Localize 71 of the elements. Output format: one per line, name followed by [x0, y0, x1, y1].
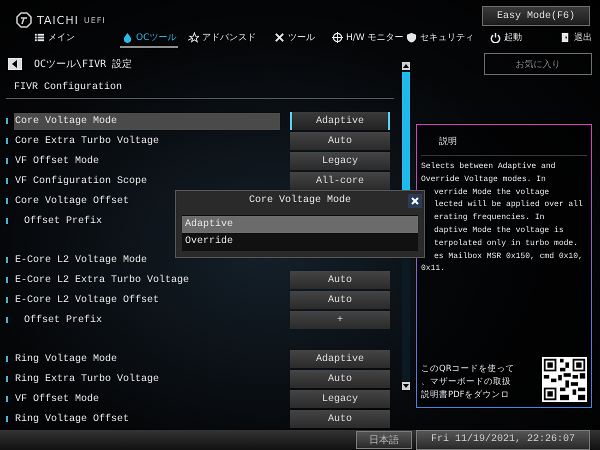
scroll-down-icon[interactable]	[402, 382, 410, 390]
qr-caption: 説明書PDFをダウンロ	[421, 389, 511, 402]
back-button[interactable]	[8, 58, 22, 70]
nav-tab[interactable]: 起動	[488, 28, 524, 48]
setting-label[interactable]: Ring Voltage Offset	[14, 410, 280, 428]
close-icon	[411, 197, 419, 205]
qr-caption: このQRコードを使って	[421, 363, 515, 376]
brand-logo-text: TAICHI	[37, 14, 79, 26]
help-title: 説明	[421, 125, 587, 156]
setting-value-button[interactable]: Adaptive	[290, 112, 390, 130]
setting-value-button[interactable]: Legacy	[290, 152, 390, 170]
nav-tab[interactable]: メイン	[32, 28, 77, 48]
star-icon	[188, 32, 199, 42]
door-icon	[560, 32, 571, 42]
language-button[interactable]: 日本語	[356, 431, 412, 449]
section-title: FIVR Configuration	[6, 76, 394, 99]
list-icon	[34, 32, 45, 42]
crosshair-icon	[332, 32, 343, 42]
drop-icon	[122, 32, 133, 42]
popup-option[interactable]: Override	[182, 233, 418, 250]
date-time: Fri 11/19/2021, 22:26:07	[416, 430, 590, 450]
setting-label[interactable]: VF Offset Mode	[14, 152, 280, 170]
cross-icon	[274, 32, 285, 42]
close-button[interactable]	[408, 194, 422, 208]
easy-mode-button[interactable]: Easy Mode(F6)	[482, 6, 590, 26]
scroll-up-icon[interactable]	[402, 62, 410, 70]
nav-tab[interactable]: H/W モニター	[330, 28, 406, 48]
setting-label[interactable]: Ring Extra Turbo Voltage	[14, 370, 280, 388]
help-text-line: Selects between Adaptive and	[421, 161, 556, 173]
setting-label[interactable]: E-Core L2 Voltage Mode	[14, 252, 280, 268]
setting-value-button[interactable]: +	[290, 311, 390, 329]
setting-label[interactable]: Offset Prefix	[14, 312, 280, 328]
setting-label[interactable]: Core Voltage Mode	[14, 112, 280, 130]
help-text-line: daptive Mode the voltage is	[433, 224, 565, 237]
setting-label[interactable]: E-Core L2 Voltage Offset	[14, 292, 280, 308]
qr-code-icon	[542, 357, 587, 402]
favorites-button[interactable]: お気に入り	[484, 53, 592, 75]
help-text-line: verride Mode the voltage	[433, 186, 550, 199]
shield-icon	[406, 32, 417, 42]
nav-tab[interactable]: ツール	[272, 28, 317, 48]
breadcrumb: OCツール\FIVR 設定	[34, 58, 132, 71]
help-text-line: 0x11.	[421, 263, 446, 276]
help-text-line: terpolated only in turbo mode.	[433, 238, 580, 250]
setting-value-button[interactable]: Auto	[290, 291, 390, 309]
help-text-line: erating frequencies. In	[433, 212, 546, 224]
setting-value-button[interactable]: All-core	[290, 172, 390, 190]
popup-title: Core Voltage Mode	[248, 194, 352, 208]
setting-value-button[interactable]: Auto	[290, 132, 390, 150]
setting-value-button[interactable]: Adaptive	[290, 350, 390, 368]
setting-value-button[interactable]: Auto	[290, 370, 390, 388]
qr-caption: 、マザーボードの取扱	[421, 376, 512, 389]
nav-tab[interactable]: アドバンスド	[186, 28, 258, 48]
setting-value-button[interactable]: Auto	[290, 410, 390, 428]
logo-icon	[16, 12, 32, 28]
power-icon	[490, 32, 501, 42]
uefi-label: UEFI	[84, 16, 106, 24]
setting-label[interactable]: Core Extra Turbo Voltage	[14, 132, 280, 150]
setting-label[interactable]: VF Offset Mode	[14, 390, 280, 408]
help-text-line: Override Voltage modes. In	[421, 174, 547, 186]
popup-option[interactable]: Adaptive	[182, 216, 418, 233]
setting-value-button[interactable]: Legacy	[290, 390, 390, 408]
nav-tab[interactable]: 退出	[558, 28, 594, 48]
setting-label[interactable]: E-Core L2 Extra Turbo Voltage	[14, 272, 280, 288]
setting-value-button[interactable]: Auto	[290, 271, 390, 289]
nav-tab[interactable]: OCツール	[120, 28, 178, 48]
nav-tab[interactable]: セキュリティ	[404, 28, 476, 48]
setting-label[interactable]: VF Configuration Scope	[14, 172, 280, 190]
setting-label[interactable]: Ring Voltage Mode	[14, 350, 280, 368]
help-text-line: lected will be applied over all	[433, 199, 584, 212]
left-triangle-icon	[12, 60, 18, 68]
help-text-line: es Mailbox MSR 0x150, cmd 0x10,	[433, 250, 584, 263]
